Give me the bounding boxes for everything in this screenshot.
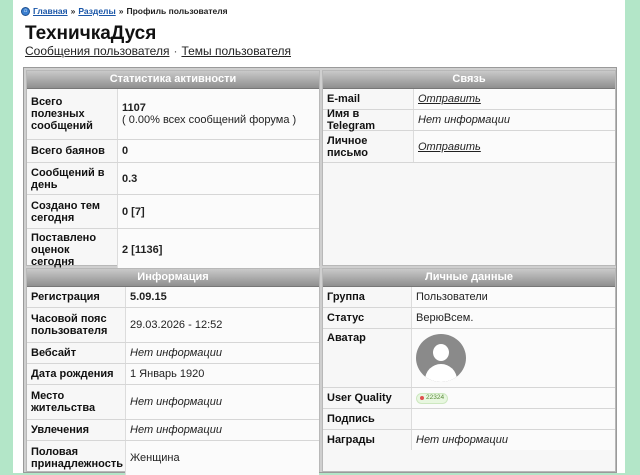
profile-grid: Статистика активности Всего полезных соо… (23, 67, 617, 475)
row-value: 22324 (411, 388, 615, 408)
info-row: Дата рождения 1 Январь 1920 (27, 364, 319, 385)
row-label: Всего баянов (31, 145, 105, 157)
info-row: Вебсайт Нет информации (27, 343, 319, 364)
row-label: Сообщений в день (31, 166, 105, 191)
row-label: Личное письмо (327, 134, 368, 159)
row-value: 29.03.2026 - 12:52 (125, 308, 319, 342)
row-value: 0.3 (117, 163, 319, 194)
personal-row: Награды Нет информации (323, 430, 615, 450)
row-value: Отправить (413, 89, 615, 109)
activity-row: Всего полезных сообщений 1107 ( 0.00% вс… (27, 89, 319, 140)
row-label: Группа (327, 291, 365, 303)
avatar-head-shape (433, 344, 449, 361)
contact-panel-header: Связь (323, 71, 615, 89)
row-value: Отправить (413, 131, 615, 162)
row-label: E-mail (327, 93, 361, 105)
row-value: 0 [7] (117, 195, 319, 228)
row-label: Вебсайт (31, 347, 77, 359)
row-label: Статус (327, 312, 365, 324)
row-value: Нет информации (413, 110, 615, 130)
breadcrumb-sections-link[interactable]: Разделы (78, 6, 115, 16)
contact-row: E-mail Отправить (323, 89, 615, 110)
row-label: Награды (327, 434, 375, 446)
row-label: Регистрация (31, 291, 100, 303)
row-value: ВерюВсем. (411, 308, 615, 328)
send-email-link[interactable]: Отправить (418, 93, 611, 105)
activity-row: Сообщений в день 0.3 (27, 163, 319, 195)
row-label: Половая принадлежность (31, 446, 123, 470)
row-value: 5.09.15 (125, 287, 319, 307)
user-quality-value: 22324 (426, 394, 445, 401)
breadcrumb-home-link[interactable]: Главная (33, 6, 68, 16)
row-value: Пользователи (411, 287, 615, 307)
row-value: 0 (117, 140, 319, 162)
quality-dot-icon (420, 396, 424, 400)
row-value: 2 [1136] (117, 229, 319, 270)
row-label: Часовой пояс пользователя (31, 313, 108, 337)
info-row: Часовой пояс пользователя 29.03.2026 - 1… (27, 308, 319, 343)
profile-page: ⌂ Главная » Разделы » Профиль пользовате… (13, 0, 625, 475)
row-label: Поставлено оценок сегодня (31, 231, 97, 268)
personal-row: Подпись (323, 409, 615, 430)
info-row: Регистрация 5.09.15 (27, 287, 319, 308)
row-value: 1 Январь 1920 (125, 364, 319, 384)
row-label: Всего полезных сообщений (31, 96, 93, 132)
breadcrumb: ⌂ Главная » Разделы » Профиль пользовате… (21, 6, 228, 16)
page-title: ТехничкаДуся (25, 23, 157, 44)
personal-panel: Личные данные Группа Пользователи Статус… (322, 268, 616, 472)
row-value: Нет информации (125, 343, 319, 363)
row-label: User Quality (327, 392, 392, 404)
row-label: Дата рождения (31, 368, 114, 380)
personal-row: Аватар (323, 329, 615, 388)
row-label: Создано тем сегодня (31, 199, 101, 224)
contact-row: Имя в Telegram Нет информации (323, 108, 615, 132)
personal-row: User Quality 22324 (323, 388, 615, 409)
row-value: Нет информации (125, 420, 319, 440)
row-value (411, 409, 615, 429)
sublinks-separator: · (173, 44, 178, 58)
row-label: Увлечения (31, 424, 90, 436)
avatar-body-shape (425, 364, 457, 382)
activity-panel-header: Статистика активности (27, 71, 319, 89)
row-value: Нет информации (411, 430, 615, 450)
breadcrumb-separator: » (118, 6, 124, 16)
row-value: Женщина (125, 441, 319, 475)
profile-sublinks: Сообщения пользователя · Темы пользователя (25, 44, 291, 58)
info-row: Увлечения Нет информации (27, 420, 319, 441)
personal-panel-header: Личные данные (323, 269, 615, 287)
info-row: Место жительства Нет информации (27, 385, 319, 420)
info-row: Половая принадлежность Женщина (27, 441, 319, 475)
send-private-message-link[interactable]: Отправить (418, 141, 611, 153)
total-posts-value: 1107 (122, 102, 146, 114)
row-value (411, 329, 615, 387)
breadcrumb-current: Профиль пользователя (126, 6, 228, 16)
contact-row: Личное письмо Отправить (323, 131, 615, 163)
info-panel: Информация Регистрация 5.09.15 Часовой п… (26, 268, 320, 475)
activity-row: Поставлено оценок сегодня 2 [1136] (27, 229, 319, 270)
row-label: Аватар (327, 332, 366, 344)
row-label: Подпись (327, 413, 375, 425)
info-panel-header: Информация (27, 269, 319, 287)
row-value: 1107 ( 0.00% всех сообщений форума ) (117, 89, 319, 139)
contact-panel: Связь E-mail Отправить Имя в Telegram Не… (322, 70, 616, 266)
row-label: Место жительства (31, 390, 96, 414)
activity-row: Всего баянов 0 (27, 140, 319, 163)
user-messages-link[interactable]: Сообщения пользователя (25, 44, 169, 58)
row-label: Имя в Telegram (327, 108, 376, 132)
personal-row: Статус ВерюВсем. (323, 308, 615, 329)
home-icon[interactable]: ⌂ (21, 6, 30, 16)
activity-panel: Статистика активности Всего полезных соо… (26, 70, 320, 270)
personal-row: Группа Пользователи (323, 287, 615, 308)
total-posts-share: ( 0.00% всех сообщений форума ) (122, 114, 297, 126)
activity-row: Создано тем сегодня 0 [7] (27, 195, 319, 229)
breadcrumb-separator: » (70, 6, 76, 16)
user-quality-badge: 22324 (416, 392, 449, 404)
row-value: Нет информации (125, 385, 319, 419)
user-topics-link[interactable]: Темы пользователя (181, 44, 291, 58)
avatar (416, 334, 466, 382)
